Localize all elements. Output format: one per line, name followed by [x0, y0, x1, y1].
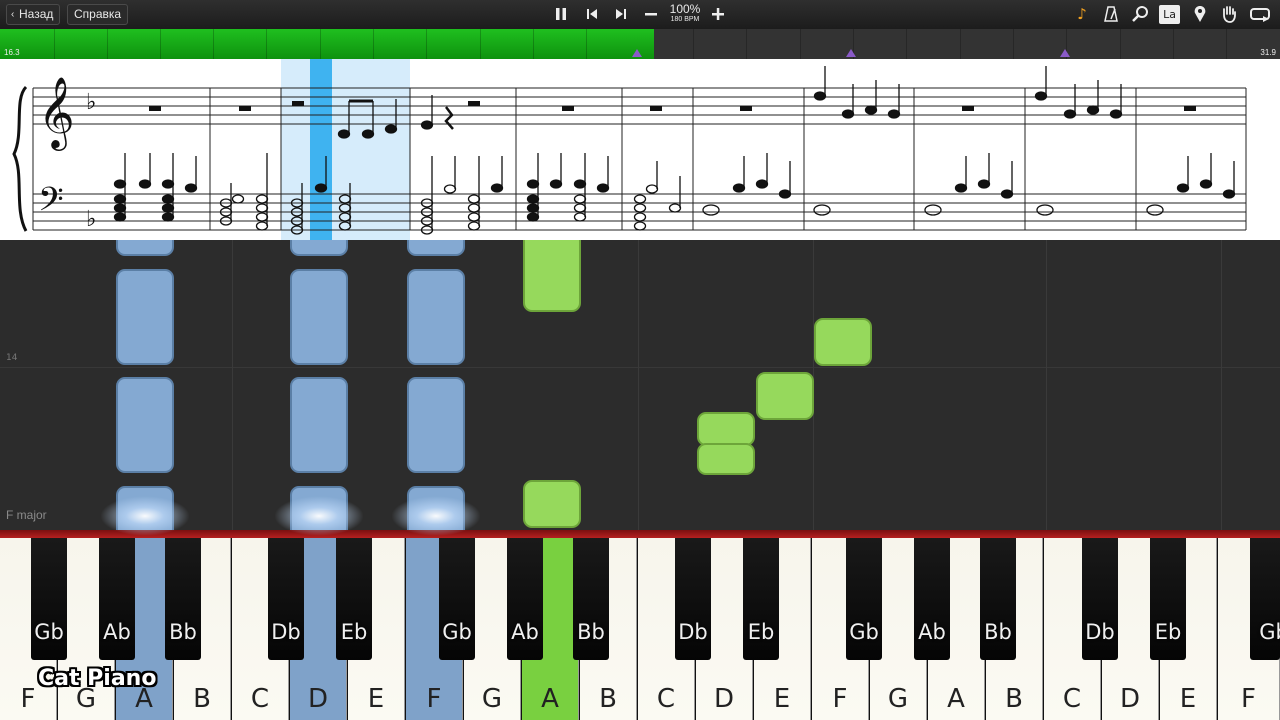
- key-hit-glow: [100, 496, 190, 536]
- top-toolbar: ‹ Назад Справка 100% 180 BPM ♪ La: [0, 0, 1280, 29]
- bookmark-marker[interactable]: [1059, 48, 1071, 58]
- falling-note: [756, 372, 814, 420]
- black-key[interactable]: Gb: [1250, 535, 1280, 660]
- key-hit-glow: [274, 496, 364, 536]
- la-label-text: La: [1163, 8, 1176, 21]
- falling-note: [697, 412, 755, 446]
- piano-keyboard: F G A B C D E F G A B C D E F G A B C D …: [0, 530, 1280, 720]
- svg-text:♭: ♭: [86, 207, 96, 232]
- key-signature-label: F major: [6, 508, 47, 522]
- falling-note: [523, 240, 581, 312]
- progress-end-time: 31.9: [1260, 48, 1276, 57]
- black-key[interactable]: Gb: [846, 535, 882, 660]
- falling-note: [407, 240, 465, 256]
- back-button[interactable]: ‹ Назад: [6, 4, 61, 25]
- svg-text:♭: ♭: [86, 90, 96, 115]
- falling-notes-area: [0, 240, 1280, 530]
- black-key[interactable]: Db: [268, 535, 304, 660]
- black-key[interactable]: Db: [1082, 535, 1118, 660]
- metronome-icon[interactable]: [1100, 3, 1122, 25]
- falling-note: [290, 377, 348, 473]
- note-color-icon[interactable]: ♪: [1071, 3, 1093, 25]
- bookmark-marker[interactable]: [631, 48, 643, 58]
- falling-note: [523, 480, 581, 528]
- falling-note: [814, 318, 872, 366]
- back-label: Назад: [19, 7, 54, 21]
- falling-note: [116, 377, 174, 473]
- la-label-icon[interactable]: La: [1159, 5, 1180, 24]
- skip-forward-icon[interactable]: [610, 3, 632, 25]
- falling-note: [116, 240, 174, 256]
- tempo-display: 100% 180 BPM: [664, 3, 706, 24]
- falling-note: [697, 443, 755, 475]
- black-key[interactable]: Eb: [743, 535, 779, 660]
- svg-text:𝄞: 𝄞: [38, 75, 75, 151]
- minus-icon[interactable]: [640, 3, 662, 25]
- falling-note: [290, 269, 348, 365]
- marker-icon[interactable]: [1189, 3, 1211, 25]
- hand-icon[interactable]: [1218, 3, 1240, 25]
- help-button[interactable]: Справка: [67, 4, 129, 25]
- black-key[interactable]: Bb: [980, 535, 1016, 660]
- skip-back-icon[interactable]: [581, 3, 603, 25]
- black-key[interactable]: Gb: [439, 535, 475, 660]
- falling-note: [290, 240, 348, 256]
- magnifier-icon[interactable]: [1129, 3, 1151, 25]
- key-hit-glow: [391, 496, 481, 536]
- black-key[interactable]: Bb: [573, 535, 609, 660]
- pause-icon[interactable]: [550, 3, 572, 25]
- black-key[interactable]: Gb: [31, 535, 67, 660]
- svg-text:𝄢: 𝄢: [38, 181, 64, 227]
- sheet-music: 𝄞 𝄢 ♭ ♭: [0, 59, 1280, 240]
- black-key[interactable]: Eb: [336, 535, 372, 660]
- measure-number: 14: [6, 353, 18, 363]
- black-key[interactable]: Ab: [507, 535, 543, 660]
- black-key[interactable]: Ab: [99, 535, 135, 660]
- chevron-left-icon: ‹: [11, 9, 15, 20]
- bookmark-marker[interactable]: [845, 48, 857, 58]
- falling-note: [116, 269, 174, 365]
- falling-note: [407, 377, 465, 473]
- song-progress-bar[interactable]: 16.3 31.9: [0, 29, 1280, 59]
- help-label: Справка: [74, 7, 122, 21]
- staff-notation: 𝄞 𝄢 ♭ ♭: [12, 59, 1247, 240]
- black-key[interactable]: Bb: [165, 535, 201, 660]
- channel-logo: Cat Piano: [38, 666, 157, 691]
- black-key[interactable]: Ab: [914, 535, 950, 660]
- tempo-percent: 100%: [669, 2, 701, 16]
- plus-icon[interactable]: [707, 3, 729, 25]
- loop-icon[interactable]: [1247, 3, 1273, 25]
- falling-note: [407, 269, 465, 365]
- progress-start-time: 16.3: [4, 48, 20, 57]
- black-key[interactable]: Db: [675, 535, 711, 660]
- progress-fill: [0, 29, 655, 59]
- black-key[interactable]: Eb: [1150, 535, 1186, 660]
- keyboard-red-felt: [0, 530, 1280, 538]
- tempo-bpm: 180 BPM: [670, 16, 700, 23]
